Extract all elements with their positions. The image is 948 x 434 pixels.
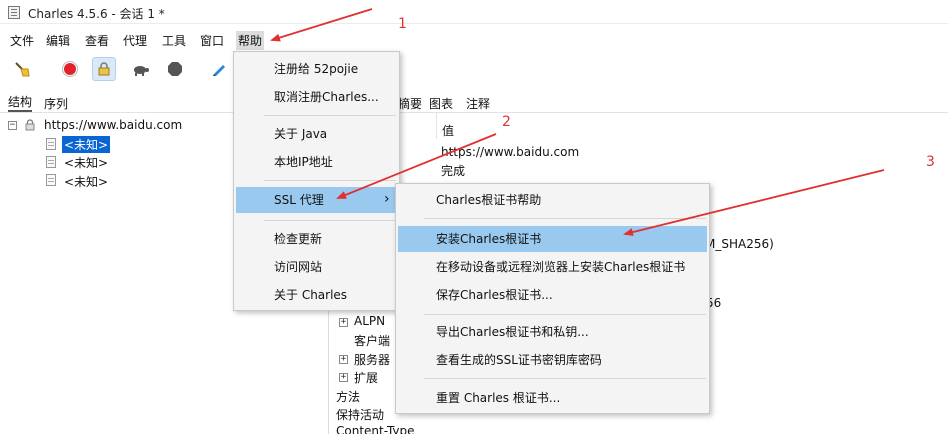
- turtle-icon[interactable]: [128, 57, 152, 81]
- column-separator[interactable]: [436, 113, 437, 139]
- menu-help[interactable]: 帮助: [236, 31, 265, 50]
- tab-structure[interactable]: 结构: [8, 93, 33, 112]
- menu-file[interactable]: 文件: [8, 31, 36, 50]
- menu-item-about-java[interactable]: 关于 Java: [234, 121, 399, 147]
- row-content-type: Content-Type: [336, 424, 415, 434]
- menu-bar: 文件 编辑 查看 代理 工具 窗口 帮助: [0, 28, 948, 50]
- charles-app-icon: [8, 6, 20, 19]
- value-status: 完成: [441, 164, 466, 178]
- menu-item-export-cert-key[interactable]: 导出Charles根证书和私钥...: [396, 319, 709, 345]
- row-method: 方法: [336, 390, 361, 404]
- menu-item-save-root-cert[interactable]: 保存Charles根证书...: [396, 282, 709, 308]
- value-column-header: 值: [442, 124, 455, 138]
- annotation-label-1: 1: [398, 16, 407, 32]
- row-server: 服务器: [354, 353, 391, 367]
- document-icon: [46, 138, 56, 150]
- help-menu: 注册给 52pojie 取消注册Charles... 关于 Java 本地IP地…: [233, 51, 400, 311]
- pen-icon[interactable]: [207, 57, 231, 81]
- menu-separator: [424, 378, 706, 379]
- menu-view[interactable]: 查看: [83, 31, 111, 50]
- stop-icon[interactable]: [163, 57, 187, 81]
- document-icon: [46, 174, 56, 186]
- menu-separator: [264, 180, 396, 181]
- tree-item-unknown[interactable]: <未知>: [62, 136, 111, 153]
- right-tabs-divider: [329, 112, 948, 113]
- menu-item-reset-root-cert[interactable]: 重置 Charles 根证书...: [396, 385, 709, 411]
- expand-toggle[interactable]: +: [339, 373, 348, 382]
- menu-item-unregister[interactable]: 取消注册Charles...: [234, 84, 399, 110]
- menu-separator: [264, 220, 396, 221]
- expand-toggle[interactable]: +: [339, 355, 348, 364]
- document-icon: [46, 156, 56, 168]
- row-alpn: ALPN: [354, 314, 386, 328]
- menu-item-install-root-cert[interactable]: 安装Charles根证书: [398, 226, 707, 252]
- menu-item-view-keystore-password[interactable]: 查看生成的SSL证书密钥库密码: [396, 347, 709, 373]
- host-lock-icon: [25, 119, 35, 131]
- window-title: Charles 4.5.6 - 会话 1 *: [28, 7, 165, 21]
- menu-separator: [424, 314, 706, 315]
- row-keep-alive: 保持活动: [336, 408, 385, 422]
- submenu-arrow-icon: ›: [384, 191, 390, 207]
- tree-collapse-toggle[interactable]: −: [8, 121, 17, 130]
- menu-item-root-cert-help[interactable]: Charles根证书帮助: [396, 187, 709, 213]
- tab-notes[interactable]: 注释: [466, 95, 490, 112]
- menu-item-about-charles[interactable]: 关于 Charles: [234, 282, 399, 308]
- annotation-label-2: 2: [502, 114, 511, 130]
- title-bar: Charles 4.5.6 - 会话 1 *: [0, 0, 948, 24]
- value-url: https://www.baidu.com: [441, 145, 580, 159]
- menu-item-local-ip[interactable]: 本地IP地址: [234, 149, 399, 175]
- menu-tools[interactable]: 工具: [160, 31, 188, 50]
- menu-item-ssl-proxy[interactable]: SSL 代理: [236, 187, 397, 213]
- menu-item-check-updates[interactable]: 检查更新: [234, 226, 399, 252]
- row-client: 客户端: [354, 334, 391, 348]
- expand-toggle[interactable]: +: [339, 318, 348, 327]
- annotation-label-3: 3: [926, 154, 935, 170]
- menu-proxy[interactable]: 代理: [121, 31, 149, 50]
- tab-summary[interactable]: 摘要: [398, 95, 422, 112]
- broom-icon[interactable]: [10, 57, 34, 81]
- menu-item-visit-website[interactable]: 访问网站: [234, 254, 399, 280]
- row-extensions: 扩展: [354, 371, 379, 385]
- tab-sequence[interactable]: 序列: [44, 95, 68, 112]
- ssl-lock-icon[interactable]: [92, 57, 116, 81]
- tab-chart[interactable]: 图表: [429, 95, 453, 112]
- ssl-submenu: Charles根证书帮助 安装Charles根证书 在移动设备或远程浏览器上安装…: [395, 183, 710, 414]
- toolbar: [0, 52, 948, 86]
- record-icon[interactable]: [58, 57, 82, 81]
- menu-edit[interactable]: 编辑: [44, 31, 72, 50]
- value-cipher-partial: M_SHA256): [705, 237, 774, 251]
- tree-item-unknown[interactable]: <未知>: [64, 173, 108, 190]
- menu-item-register[interactable]: 注册给 52pojie: [234, 56, 399, 82]
- menu-item-install-on-mobile[interactable]: 在移动设备或远程浏览器上安装Charles根证书: [396, 254, 709, 280]
- tree-item-unknown[interactable]: <未知>: [64, 154, 108, 171]
- menu-window[interactable]: 窗口: [198, 31, 226, 50]
- tree-host[interactable]: https://www.baidu.com: [44, 118, 182, 132]
- menu-separator: [424, 218, 706, 219]
- menu-separator: [264, 115, 396, 116]
